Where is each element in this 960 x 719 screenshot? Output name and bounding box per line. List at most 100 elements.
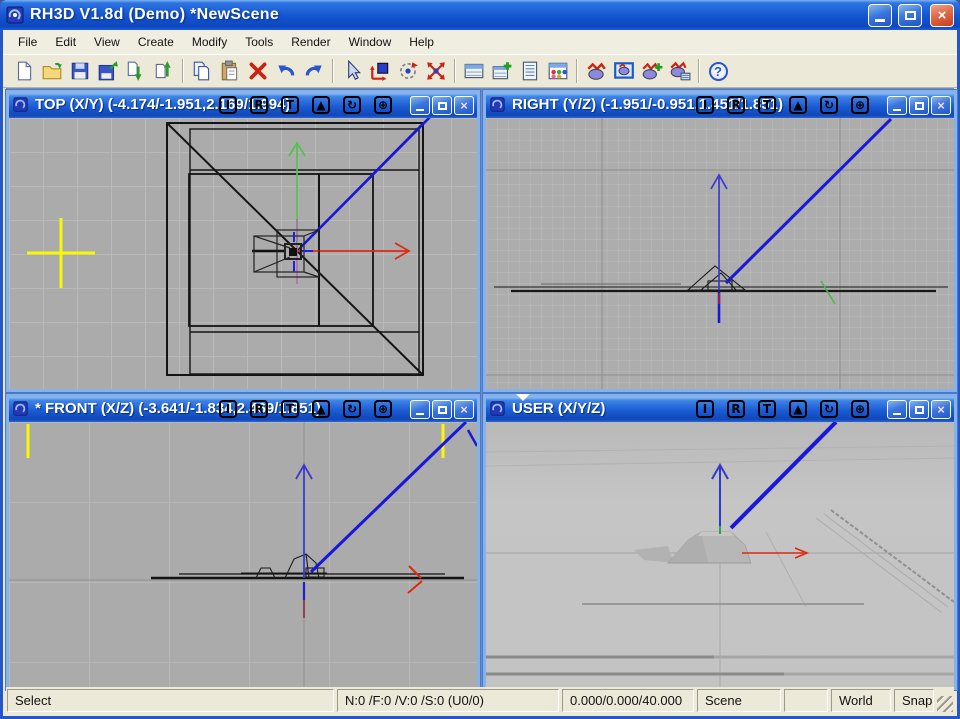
shading-button[interactable]: ▲ — [312, 96, 330, 114]
delete-button[interactable] — [244, 57, 272, 85]
viewport-close-button[interactable]: × — [931, 400, 951, 419]
pan-view-button[interactable]: ⊕ — [851, 96, 869, 114]
texture-button[interactable]: T — [758, 96, 776, 114]
isometric-button[interactable]: I — [219, 96, 237, 114]
move-button[interactable] — [366, 57, 394, 85]
save-as-icon — [97, 60, 119, 82]
materials-button[interactable] — [544, 57, 572, 85]
viewport-top: TOP (X/Y) (-4.174/-1.951,2.169/1.994) I … — [6, 90, 480, 392]
viewport-minimize-button[interactable] — [887, 96, 907, 115]
viewport-top-titlebar[interactable]: TOP (X/Y) (-4.174/-1.951,2.169/1.994) I … — [9, 93, 477, 118]
viewport-maximize-button[interactable] — [909, 96, 929, 115]
isometric-button[interactable]: I — [696, 400, 714, 418]
save-as-button[interactable] — [94, 57, 122, 85]
render-add-icon — [641, 60, 663, 82]
viewport-maximize-button[interactable] — [909, 400, 929, 419]
scale-button[interactable] — [422, 57, 450, 85]
shaded-mound — [634, 532, 751, 563]
undo-button[interactable] — [272, 57, 300, 85]
viewport-maximize-button[interactable] — [432, 96, 452, 115]
splitter-handle[interactable] — [516, 394, 530, 401]
maximize-icon — [915, 102, 924, 110]
viewport-minimize-button[interactable] — [887, 400, 907, 419]
close-button[interactable]: × — [930, 4, 954, 27]
rotate-view-button[interactable]: ↻ — [343, 96, 361, 114]
redo-button[interactable] — [300, 57, 328, 85]
viewport-minimize-button[interactable] — [410, 400, 430, 419]
minimize-button[interactable] — [868, 4, 892, 27]
render-add-button[interactable] — [638, 57, 666, 85]
minimize-icon — [416, 413, 424, 415]
isometric-button[interactable]: I — [219, 400, 237, 418]
select-button[interactable] — [338, 57, 366, 85]
viewport-front-canvas[interactable] — [9, 422, 477, 687]
texture-button[interactable]: T — [758, 400, 776, 418]
shading-button[interactable]: ▲ — [789, 96, 807, 114]
pan-view-button[interactable]: ⊕ — [851, 400, 869, 418]
rotate-view-button[interactable]: ↻ — [820, 400, 838, 418]
save-button[interactable] — [66, 57, 94, 85]
copy-button[interactable] — [188, 57, 216, 85]
render-mode-button[interactable]: R — [727, 96, 745, 114]
resize-grip[interactable] — [937, 696, 953, 712]
render-mode-button[interactable]: R — [250, 96, 268, 114]
export-button[interactable] — [150, 57, 178, 85]
menu-help[interactable]: Help — [400, 31, 443, 53]
help-button[interactable]: ? — [704, 57, 732, 85]
rotate-button[interactable] — [394, 57, 422, 85]
open-icon — [41, 60, 63, 82]
import-button[interactable] — [122, 57, 150, 85]
menu-modify[interactable]: Modify — [183, 31, 236, 53]
open-button[interactable] — [38, 57, 66, 85]
menu-render[interactable]: Render — [282, 31, 339, 53]
export-icon — [153, 60, 175, 82]
render-settings-button[interactable] — [666, 57, 694, 85]
viewport-top-canvas[interactable] — [9, 118, 477, 389]
paste-button[interactable] — [216, 57, 244, 85]
render-button[interactable] — [582, 57, 610, 85]
viewport-right-canvas[interactable] — [486, 118, 954, 389]
texture-button[interactable]: T — [281, 400, 299, 418]
object-table-button[interactable] — [460, 57, 488, 85]
help-icon: ? — [709, 62, 728, 81]
texture-button[interactable]: T — [281, 96, 299, 114]
minimize-icon — [416, 109, 424, 111]
rotate-view-button[interactable]: ↻ — [343, 400, 361, 418]
pan-view-button[interactable]: ⊕ — [374, 400, 392, 418]
rotate-icon — [397, 60, 419, 82]
object-table-add-button[interactable] — [488, 57, 516, 85]
viewport-right-titlebar[interactable]: RIGHT (Y/Z) (-1.951/-0.951,1.451/1.851) … — [486, 93, 954, 118]
render-view-button[interactable] — [610, 57, 638, 85]
viewport-close-button[interactable]: × — [454, 96, 474, 115]
menu-edit[interactable]: Edit — [46, 31, 85, 53]
viewport-user-canvas[interactable] — [486, 422, 954, 687]
new-button[interactable] — [10, 57, 38, 85]
shading-button[interactable]: ▲ — [789, 400, 807, 418]
viewport-user-titlebar[interactable]: USER (X/Y/Z) I R T ▲ ↻ ⊕ × — [486, 397, 954, 422]
render-mode-button[interactable]: R — [727, 400, 745, 418]
pan-view-button[interactable]: ⊕ — [374, 96, 392, 114]
maximize-button[interactable] — [898, 4, 922, 27]
render-mode-button[interactable]: R — [250, 400, 268, 418]
object-table-add-icon — [491, 60, 513, 82]
shading-button[interactable]: ▲ — [312, 400, 330, 418]
status-snap[interactable]: Snap — [894, 689, 934, 712]
menu-file[interactable]: File — [9, 31, 46, 53]
major-gridlines — [9, 422, 477, 687]
status-scene: Scene — [697, 689, 781, 712]
menu-window[interactable]: Window — [340, 31, 401, 53]
menu-view[interactable]: View — [85, 31, 129, 53]
menu-tools[interactable]: Tools — [236, 31, 282, 53]
status-counters: N:0 /F:0 /V:0 /S:0 (U0/0) — [337, 689, 559, 712]
viewport-close-button[interactable]: × — [454, 400, 474, 419]
viewport-minimize-button[interactable] — [410, 96, 430, 115]
viewport-front-titlebar[interactable]: * FRONT (X/Z) (-3.641/-1.834,2.469/1.851… — [9, 397, 477, 422]
status-position: 0.000/0.000/40.000 — [562, 689, 694, 712]
menu-create[interactable]: Create — [129, 31, 183, 53]
viewport-close-button[interactable]: × — [931, 96, 951, 115]
object-list-button[interactable] — [516, 57, 544, 85]
close-icon: × — [937, 99, 945, 112]
rotate-view-button[interactable]: ↻ — [820, 96, 838, 114]
isometric-button[interactable]: I — [696, 96, 714, 114]
viewport-maximize-button[interactable] — [432, 400, 452, 419]
